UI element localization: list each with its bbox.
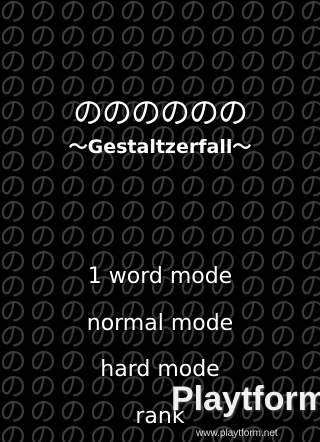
game-subtitle: 〜Gestaltzerfall〜 (68, 136, 252, 158)
watermark: Playtform www.playtform.net (168, 380, 320, 442)
game-title: のののののの (73, 96, 248, 131)
one-word-mode-button[interactable]: 1 word mode (0, 264, 320, 289)
hard-mode-button[interactable]: hard mode (0, 357, 320, 382)
normal-mode-button[interactable]: normal mode (0, 311, 320, 336)
watermark-url: www.playtform.net (196, 428, 278, 439)
watermark-logo: Playtform (171, 380, 320, 418)
game-screen: のののののののののののののののののののののののののののののののののののののののの… (0, 0, 320, 442)
